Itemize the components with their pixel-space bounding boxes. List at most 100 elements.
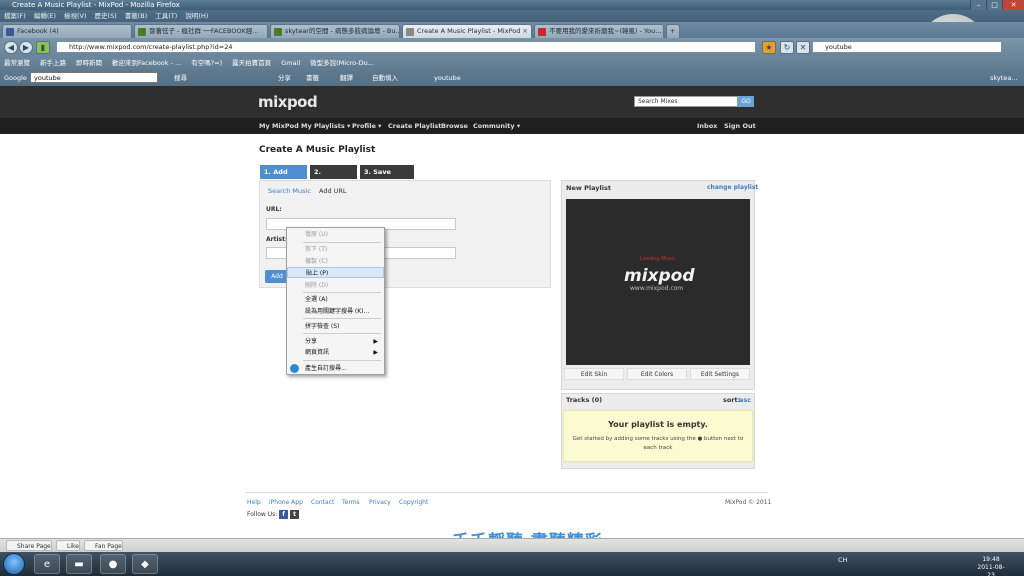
menu-history[interactable]: 歷史(S) [95,10,117,22]
sort-toggle[interactable]: asc [739,396,751,404]
home-icon[interactable]: ▮ [36,41,50,54]
footer-copyright[interactable]: Copyright [399,499,428,506]
clock-date: 2011-08-23 [977,564,1005,576]
ctx-select-all[interactable]: 全選 (A) [287,294,384,305]
firefox-icon[interactable]: ● [100,554,126,574]
close-tab-icon[interactable]: × [522,25,528,38]
nav-sign-out[interactable]: Sign Out [724,118,756,134]
url-bar[interactable]: http://www.mixpod.com/create-playlist.ph… [56,41,756,53]
like-button[interactable]: Like [56,540,80,551]
ctx-custom-search[interactable]: 產生自訂搜尋... [287,363,384,374]
maximize-icon[interactable]: □ [986,0,1002,10]
share-page-button[interactable]: Share Page [6,540,52,551]
footer-help[interactable]: Help [247,499,261,506]
system-clock[interactable]: 19:48 2011-08-23 [974,556,1008,576]
facebook-icon[interactable]: f [279,510,288,519]
tab-community[interactable]: 發著怯子 - 瘋社群 ──FACEBOOK經... [134,24,268,38]
bookmark-star-icon[interactable]: ★ [762,41,776,54]
menu-file[interactable]: 檔案(F) [4,10,26,22]
fan-page-button[interactable]: Fan Page [84,540,123,551]
ctx-share[interactable]: 分享 ▶ [287,336,384,347]
menu-help[interactable]: 說明(H) [185,10,208,22]
nav-my-mixpod[interactable]: My MixPod [259,118,299,134]
menu-bookmarks[interactable]: 書籤(B) [125,10,148,22]
minimize-icon[interactable]: – [970,0,986,10]
step-customize[interactable]: 2. Customize [310,165,357,190]
tab-mixpod[interactable]: Create A Music Playlist - MixPod × [402,24,532,38]
ctx-cut[interactable]: 剪下 (T) [287,244,384,255]
player-url: www.mixpod.com [630,285,684,292]
tab-youtube[interactable]: 不要用我的愛來折磨我~(韓風) - You... [534,24,664,38]
new-tab-button[interactable]: + [666,24,680,38]
stop-icon[interactable]: ✕ [796,41,810,54]
ctx-paste[interactable]: 貼上 (P) [287,267,384,278]
google-share-button[interactable]: 分享 [278,70,291,86]
bookmark-item[interactable]: 最常瀏覽 [4,56,30,70]
forward-icon[interactable]: ▶ [19,41,33,54]
change-playlist-link[interactable]: change playlist [707,184,758,191]
step-save-playlist[interactable]: 3. Save Playlist [360,165,414,190]
google-bookmarks-button[interactable]: 書籤 [306,70,319,86]
ctx-delete[interactable]: 刪除 (D) [287,280,384,291]
google-search-button[interactable]: 搜尋 [174,70,187,86]
menu-edit[interactable]: 編輯(E) [34,10,56,22]
nav-inbox[interactable]: Inbox [697,118,717,134]
artist-label: Artist: [266,236,288,243]
footer-terms[interactable]: Terms [342,499,360,506]
empty-title: Your playlist is empty. [608,420,708,429]
tab-facebook[interactable]: Facebook (4) [2,24,132,38]
bookmark-item[interactable]: 微型多說(Micro-Du... [310,56,374,70]
start-icon[interactable] [3,553,25,575]
tab-label: 發著怯子 - 瘋社群 ──FACEBOOK經... [149,27,259,35]
mixpod-logo[interactable]: mixpod [258,93,318,111]
google-autofill-button[interactable]: 自動填入 [372,70,398,86]
site-search-go-button[interactable]: GO [738,96,754,107]
nav-browse[interactable]: Browse [441,118,468,134]
site-search-input[interactable]: Search Mixes [634,96,738,107]
back-icon[interactable]: ◀ [4,41,18,54]
folder-icon[interactable]: ▬ [66,554,92,574]
tab-skytear[interactable]: skytear的空間 - 病態多肢病論壇 - Bu... [270,24,400,38]
browser-search-input[interactable]: youtube [812,41,1002,53]
close-icon[interactable]: ✕ [1002,0,1024,10]
menu-tools[interactable]: 工具(T) [155,10,177,22]
ctx-keyword-search[interactable]: 設為用關鍵字搜尋 (K)... [287,306,384,317]
app-icon[interactable]: ◆ [132,554,158,574]
nav-community[interactable]: Community ▾ [473,118,520,134]
edit-skin-button[interactable]: Edit Skin [564,368,624,380]
google-translate-button[interactable]: 翻譯 [340,70,353,86]
bookmark-item[interactable]: 有空嗎?=) [191,56,222,70]
footer-iphone-app[interactable]: iPhone App [269,499,303,506]
ctx-page-info[interactable]: 網頁資訊 ▶ [287,347,384,358]
ctx-spellcheck[interactable]: 拼字檢查 (S) [287,321,384,332]
bookmark-item[interactable]: Gmail [281,56,300,70]
page-title: Create A Music Playlist [259,145,376,155]
ctx-copy[interactable]: 複製 (C) [287,256,384,267]
bookmark-item[interactable]: 露天拍賣首頁 [232,56,271,70]
bookmark-item[interactable]: 即時新聞 [76,56,102,70]
reload-icon[interactable]: ↻ [780,41,794,54]
subtab-search-music[interactable]: Search Music [268,187,311,195]
twitter-icon[interactable]: t [290,510,299,519]
google-history-item[interactable]: youtube [434,70,461,86]
step-add-music[interactable]: 1. Add Music [260,165,307,190]
input-language[interactable]: CH [838,556,847,564]
footer-contact[interactable]: Contact [311,499,334,506]
bookmark-item[interactable]: 歡迎來到Facebook - ... [112,56,181,70]
bookmarks-toolbar: 最常瀏覽 新手上路 即時新聞 歡迎來到Facebook - ... 有空嗎?=)… [0,56,1024,70]
ie-icon[interactable]: e [34,554,60,574]
nav-profile[interactable]: Profile ▾ [352,118,381,134]
edit-colors-button[interactable]: Edit Colors [627,368,687,380]
player-loading-text: Loading Music [640,256,676,262]
nav-create-playlist[interactable]: Create Playlist [388,118,441,134]
nav-my-playlists[interactable]: My Playlists ▾ [301,118,350,134]
google-search-input[interactable]: youtube [30,72,158,83]
edit-settings-button[interactable]: Edit Settings [690,368,750,380]
subtab-add-url[interactable]: Add URL [319,187,347,195]
menu-view[interactable]: 檢視(V) [64,10,87,22]
ctx-undo[interactable]: 復原 (U) [287,229,384,240]
page-icon [406,28,414,36]
bookmark-item[interactable]: 新手上路 [40,56,66,70]
footer-privacy[interactable]: Privacy [369,499,391,506]
addon-bar [0,538,1024,552]
